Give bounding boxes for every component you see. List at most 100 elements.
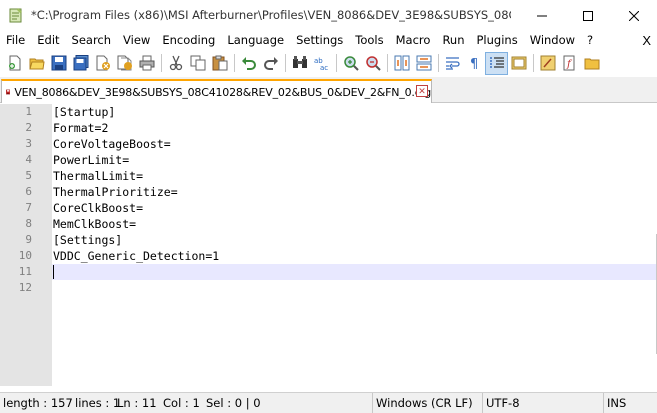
menu-settings[interactable]: Settings xyxy=(290,31,349,50)
copy-icon xyxy=(190,55,205,71)
toolbar-separator xyxy=(336,54,337,72)
unsaved-file-icon xyxy=(6,89,11,95)
line-number: 8 xyxy=(25,217,32,230)
menu-plugins[interactable]: Plugins xyxy=(471,31,524,50)
show-all-chars-button[interactable]: ¶ xyxy=(464,53,485,74)
line-number: 6 xyxy=(25,185,32,198)
menu-file[interactable]: File xyxy=(0,31,31,50)
close-all-button[interactable] xyxy=(114,53,135,74)
sync-vertical-icon xyxy=(394,55,409,71)
status-bar: length : 157 lines : 1 Ln : 11 Col : 1 S… xyxy=(0,392,657,413)
code-area[interactable]: [Startup] Format=2 CoreVoltageBoost= PowerL… xyxy=(52,104,657,386)
undo-button[interactable] xyxy=(238,53,259,74)
open-file-button[interactable] xyxy=(26,53,47,74)
find-button[interactable] xyxy=(289,53,310,74)
status-length: length : 157 xyxy=(3,396,73,410)
close-all-icon xyxy=(117,55,132,71)
code-line[interactable]: MemClkBoost= xyxy=(53,216,136,232)
redo-button[interactable] xyxy=(260,53,281,74)
tab-label: VEN_8086&DEV_3E98&SUBSYS_08C41028&REV_02… xyxy=(14,85,431,99)
title-bar: *C:\Program Files (x86)\MSI Afterburner\… xyxy=(0,0,657,31)
minimize-button[interactable] xyxy=(519,0,565,31)
status-encoding[interactable]: UTF-8 xyxy=(482,393,520,413)
svg-text:¶: ¶ xyxy=(470,57,478,71)
code-line[interactable]: VDDC_Generic_Detection=1 xyxy=(53,248,219,264)
menu-encoding[interactable]: Encoding xyxy=(156,31,221,50)
zoom-in-button[interactable] xyxy=(340,53,361,74)
line-number: 11 xyxy=(18,265,32,278)
code-line[interactable]: [Settings] xyxy=(53,232,122,248)
replace-button[interactable]: ab ac xyxy=(311,53,332,74)
toolbar-separator xyxy=(387,54,388,72)
toolbar-separator xyxy=(285,54,286,72)
replace-icon: abac xyxy=(314,57,328,71)
zoom-out-button[interactable] xyxy=(362,53,383,74)
menu-macro[interactable]: Macro xyxy=(390,31,437,50)
menu-run[interactable]: Run xyxy=(436,31,470,50)
paste-icon xyxy=(212,55,227,71)
notepadpp-icon xyxy=(9,8,22,23)
text-caret xyxy=(53,265,54,279)
copy-button[interactable] xyxy=(187,53,208,74)
indent-guide-button[interactable] xyxy=(485,51,508,75)
menu-tools[interactable]: Tools xyxy=(349,31,389,50)
menu-window[interactable]: Window xyxy=(524,31,581,50)
code-line[interactable]: PowerLimit= xyxy=(53,152,129,168)
undo-icon xyxy=(241,57,256,70)
code-line[interactable]: CoreClkBoost= xyxy=(53,200,143,216)
menu-help[interactable]: ? xyxy=(581,31,599,50)
code-line[interactable]: ThermalLimit= xyxy=(53,168,143,184)
code-line[interactable]: CoreVoltageBoost= xyxy=(53,136,171,152)
word-wrap-button[interactable] xyxy=(442,53,463,74)
status-ln: Ln : 11 xyxy=(117,396,157,410)
line-number: 7 xyxy=(25,201,32,214)
sync-horizontal-icon xyxy=(416,55,431,71)
status-lines: lines : 1 xyxy=(75,396,121,410)
doc-map-button[interactable] xyxy=(508,53,529,74)
editor[interactable]: 1 2 3 4 5 6 7 8 9 10 11 12 [Startup] Format=2 CoreVol… xyxy=(0,104,657,386)
function-list-icon xyxy=(540,55,555,71)
close-icon xyxy=(629,10,639,21)
monitoring-button[interactable] xyxy=(581,53,602,74)
function-list-button[interactable] xyxy=(537,53,558,74)
cut-button[interactable] xyxy=(165,53,186,74)
status-col: Col : 1 xyxy=(163,396,200,410)
menu-edit[interactable]: Edit xyxy=(31,31,65,50)
tab-document[interactable]: VEN_8086&DEV_3E98&SUBSYS_08C41028&REV_02… xyxy=(1,79,432,103)
close-file-button[interactable] xyxy=(92,53,113,74)
line-number: 4 xyxy=(25,153,32,166)
menu-bar: File Edit Search View Encoding Language … xyxy=(0,31,657,50)
sync-vertical-button[interactable] xyxy=(391,53,412,74)
window-title: *C:\Program Files (x86)\MSI Afterburner\… xyxy=(31,8,511,22)
print-button[interactable] xyxy=(136,53,157,74)
status-insert-mode[interactable]: INS xyxy=(603,393,626,413)
toolbar: ab ac ¶ f xyxy=(0,51,657,75)
line-number: 9 xyxy=(25,233,32,246)
redo-icon xyxy=(263,57,278,70)
close-document-button[interactable]: X xyxy=(642,31,651,50)
line-number: 10 xyxy=(18,249,32,262)
maximize-button[interactable] xyxy=(565,0,611,31)
code-line[interactable]: [Startup] xyxy=(53,104,115,120)
find-icon xyxy=(292,56,307,68)
menu-view[interactable]: View xyxy=(117,31,156,50)
menu-language[interactable]: Language xyxy=(221,31,290,50)
line-number: 2 xyxy=(25,121,32,134)
zoom-in-icon xyxy=(343,56,359,71)
toolbar-separator xyxy=(234,54,235,72)
menu-search[interactable]: Search xyxy=(66,31,118,50)
paste-button[interactable] xyxy=(209,53,230,74)
tab-close-icon[interactable]: ✕ xyxy=(416,85,428,97)
new-file-button[interactable] xyxy=(4,53,25,74)
close-button[interactable] xyxy=(611,0,657,31)
code-line[interactable]: ThermalPrioritize= xyxy=(53,184,178,200)
code-line[interactable]: Format=2 xyxy=(53,120,108,136)
save-button[interactable] xyxy=(48,53,69,74)
folder-workspace-button[interactable]: f xyxy=(559,53,580,74)
save-all-button[interactable] xyxy=(70,53,91,74)
save-all-icon xyxy=(73,55,88,71)
line-number: 3 xyxy=(25,137,32,150)
word-wrap-icon xyxy=(445,57,460,70)
sync-horizontal-button[interactable] xyxy=(413,53,434,74)
status-eol[interactable]: Windows (CR LF) xyxy=(372,393,473,413)
